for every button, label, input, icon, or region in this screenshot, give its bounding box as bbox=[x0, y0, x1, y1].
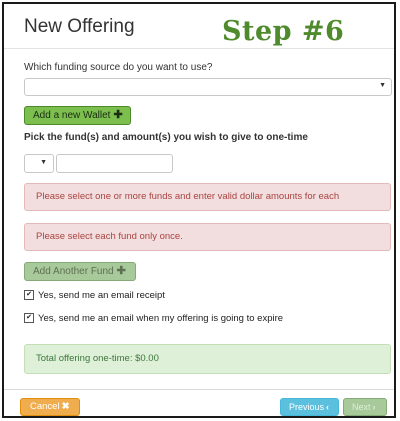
caret-down-icon: ▼ bbox=[40, 159, 47, 166]
next-button[interactable]: Next › bbox=[343, 398, 387, 416]
cancel-button[interactable]: Cancel ✖ bbox=[20, 398, 80, 416]
amount-input[interactable] bbox=[56, 154, 173, 173]
email-receipt-option[interactable]: ✔ Yes, send me an email receipt bbox=[24, 290, 165, 301]
chevron-left-icon: ‹ bbox=[326, 402, 330, 412]
modal-header: New Offering Step #6 bbox=[4, 4, 394, 49]
close-icon: ✖ bbox=[61, 401, 70, 412]
funds-error-text: Please select one or more funds and ente… bbox=[36, 191, 340, 202]
caret-down-icon: ▼ bbox=[379, 82, 386, 89]
email-expire-label: Yes, send me an email when my offering i… bbox=[38, 313, 284, 324]
chevron-right-icon: › bbox=[372, 402, 376, 412]
email-receipt-label: Yes, send me an email receipt bbox=[38, 290, 165, 301]
next-label: Next bbox=[352, 402, 371, 412]
add-another-fund-label: Add Another Fund bbox=[33, 266, 114, 277]
previous-label: Previous bbox=[289, 402, 325, 412]
total-offering-text: Total offering one-time: $0.00 bbox=[36, 353, 159, 364]
fund-once-error-alert: Please select each fund only once. bbox=[24, 223, 391, 251]
email-receipt-checkbox[interactable]: ✔ bbox=[24, 290, 34, 301]
cancel-label: Cancel bbox=[30, 401, 60, 412]
total-summary-alert: Total offering one-time: $0.00 bbox=[24, 344, 391, 374]
modal-title: New Offering bbox=[24, 16, 135, 37]
step-label: Step #6 bbox=[222, 16, 345, 47]
footer-divider bbox=[4, 389, 394, 390]
add-wallet-label: Add a new Wallet bbox=[33, 110, 111, 121]
funding-source-select[interactable]: ▼ bbox=[24, 78, 392, 96]
previous-button[interactable]: Previous ‹ bbox=[280, 398, 339, 416]
new-offering-modal: New Offering Step #6 Which funding sourc… bbox=[2, 2, 396, 418]
fund-once-error-text: Please select each fund only once. bbox=[36, 231, 183, 242]
fund-select[interactable]: ▼ bbox=[24, 154, 54, 173]
plus-icon: ✚ bbox=[116, 265, 126, 277]
email-expire-option[interactable]: ✔ Yes, send me an email when my offering … bbox=[24, 313, 283, 324]
funds-prompt: Pick the fund(s) and amount(s) you wish … bbox=[24, 132, 308, 143]
email-expire-checkbox[interactable]: ✔ bbox=[24, 313, 34, 324]
funds-error-alert: Please select one or more funds and ente… bbox=[24, 183, 391, 211]
add-wallet-button[interactable]: Add a new Wallet ✚ bbox=[24, 106, 131, 125]
plus-icon: ✚ bbox=[113, 109, 123, 121]
add-another-fund-button[interactable]: Add Another Fund ✚ bbox=[24, 262, 136, 281]
funding-source-question: Which funding source do you want to use? bbox=[24, 62, 213, 73]
